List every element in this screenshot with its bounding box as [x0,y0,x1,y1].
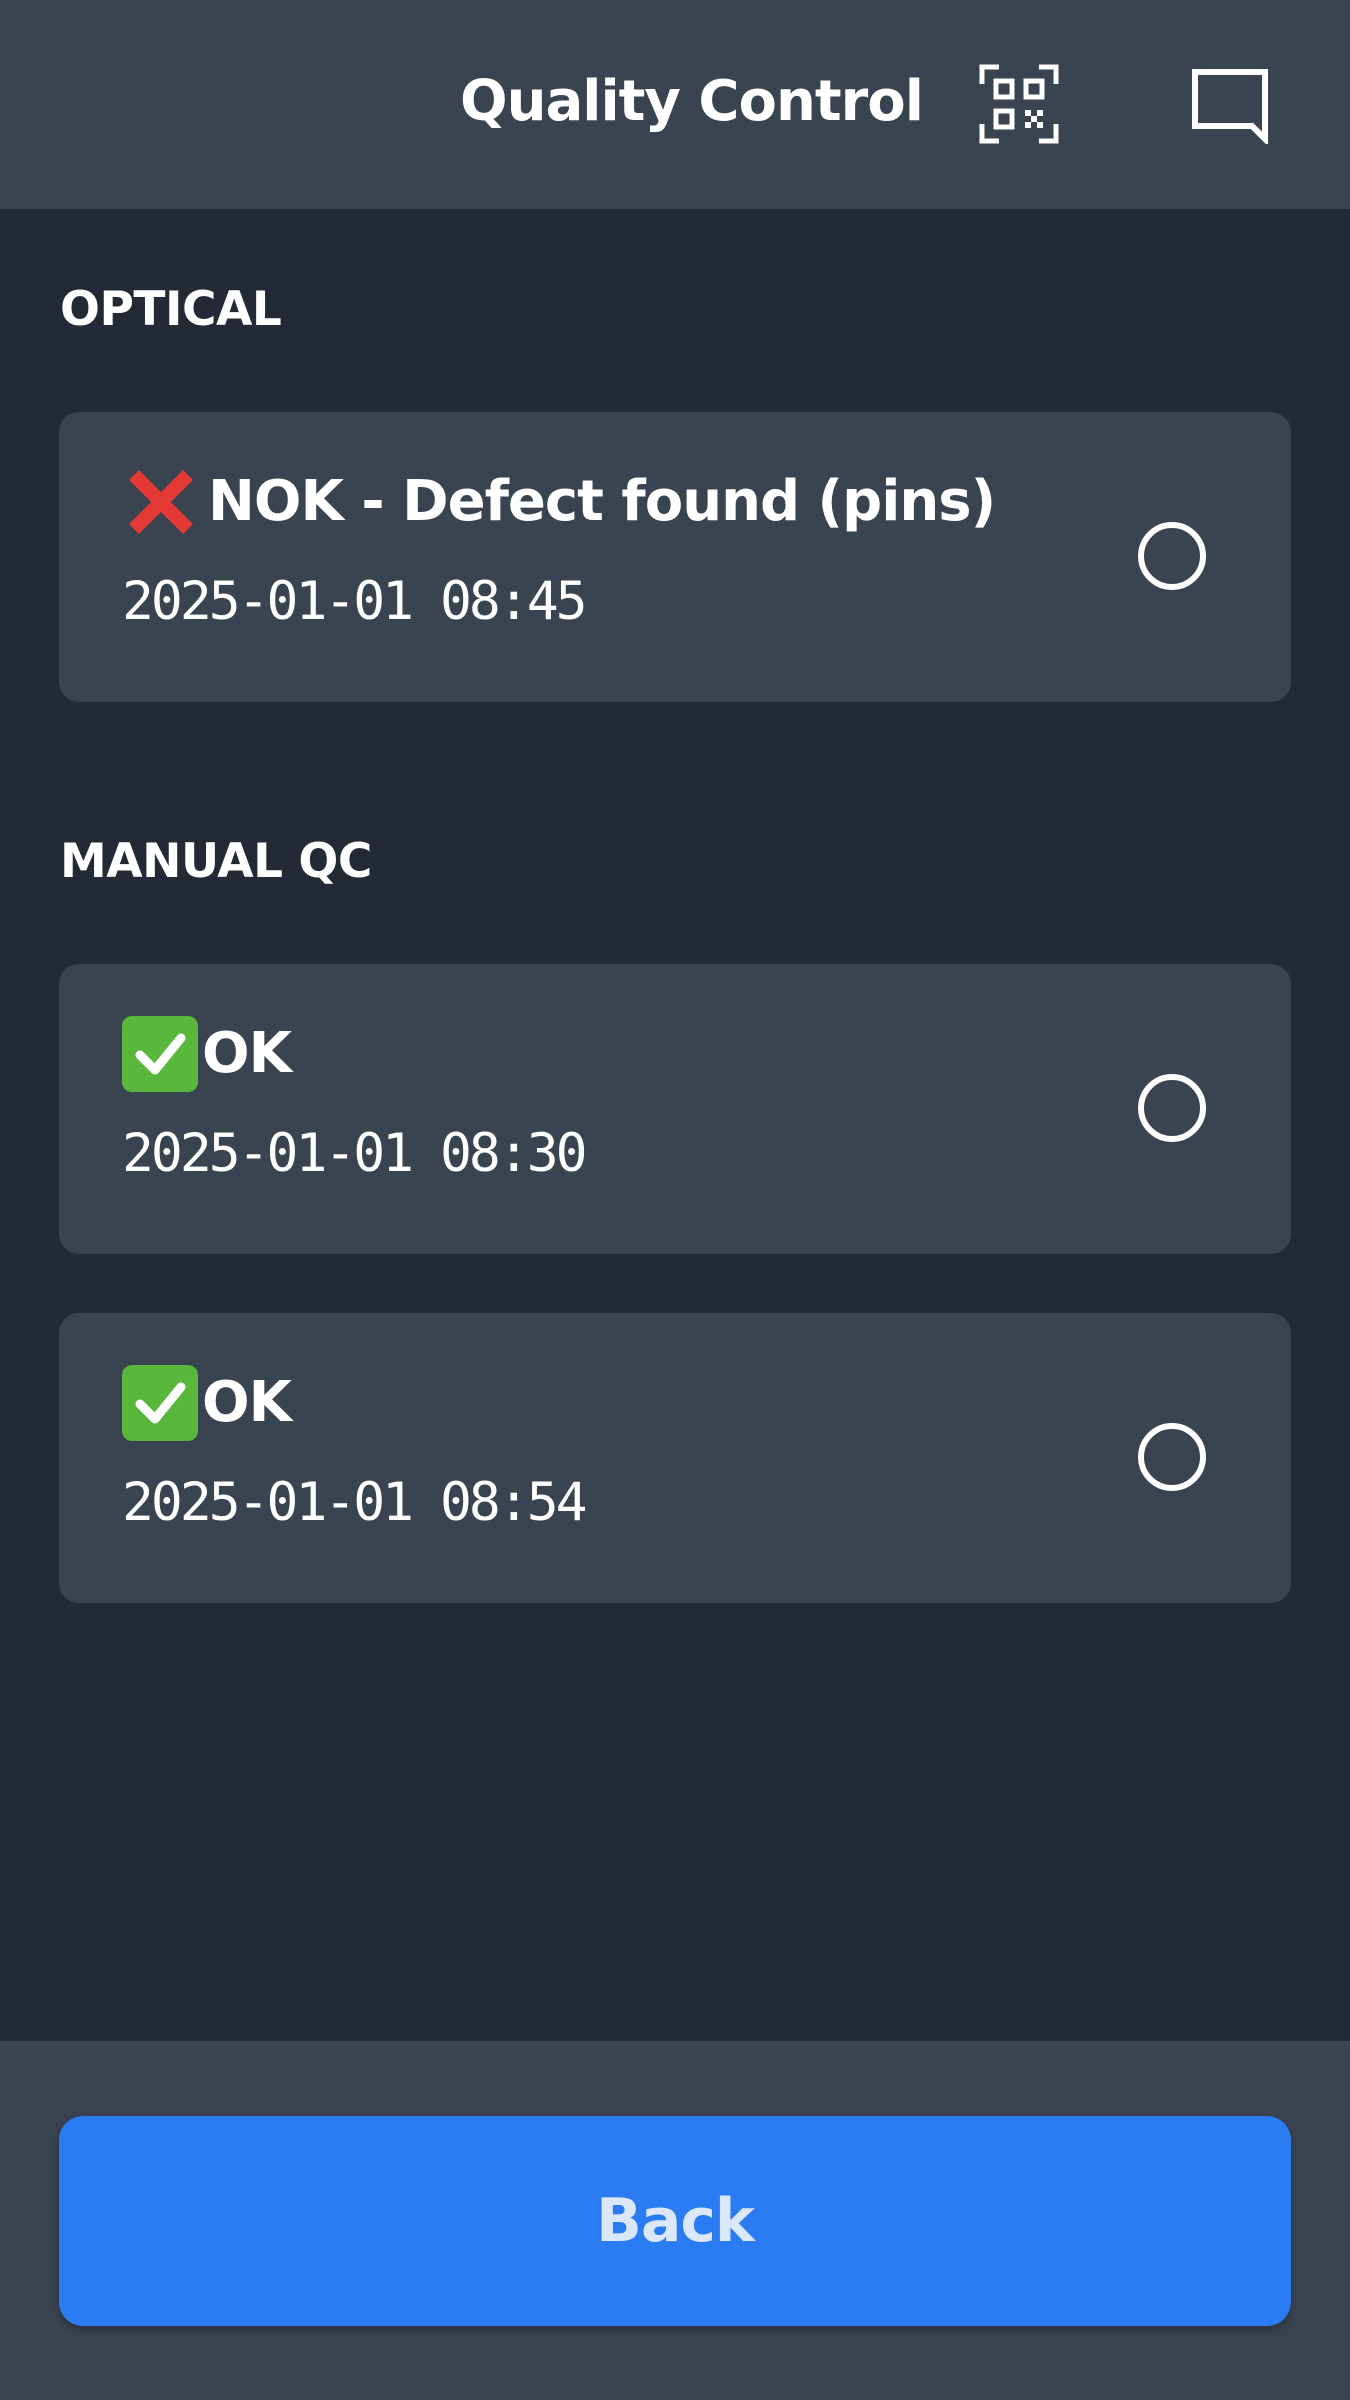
comments-button[interactable] [1188,62,1272,146]
qr-scan-button[interactable] [977,62,1061,146]
qc-status-text: NOK - Defect found (pins) [208,469,996,534]
qc-timestamp: 2025-01-01 08:54 [122,1472,588,1533]
qc-result-card[interactable]: OK 2025-01-01 08:54 [59,1313,1291,1603]
check-mark-icon [122,1016,198,1092]
cross-mark-icon [122,463,200,541]
qc-status: OK [122,1363,292,1443]
check-mark-icon [122,1365,198,1441]
qc-status-text: OK [202,1021,292,1086]
app-header: Quality Control [0,0,1350,209]
page-title: Quality Control [460,69,924,134]
qc-timestamp: 2025-01-01 08:30 [122,1123,588,1184]
qc-status: OK [122,1014,292,1094]
select-radio[interactable] [1138,522,1206,590]
footer-bar: Back [0,2041,1350,2400]
qc-timestamp: 2025-01-01 08:45 [122,571,588,632]
app-root: Quality Control OPTICAL NOK - Defect fou… [0,0,1350,2400]
select-radio[interactable] [1138,1423,1206,1491]
qc-result-card[interactable]: NOK - Defect found (pins) 2025-01-01 08:… [59,412,1291,702]
chat-icon [1192,69,1268,144]
qc-result-card[interactable]: OK 2025-01-01 08:30 [59,964,1291,1254]
back-button[interactable]: Back [59,2116,1291,2326]
qc-status: NOK - Defect found (pins) [122,462,996,542]
section-title-manual-qc: MANUAL QC [60,834,372,889]
qr-code-icon [979,64,1059,144]
qc-status-text: OK [202,1370,292,1435]
select-radio[interactable] [1138,1074,1206,1142]
section-title-optical: OPTICAL [60,282,282,337]
